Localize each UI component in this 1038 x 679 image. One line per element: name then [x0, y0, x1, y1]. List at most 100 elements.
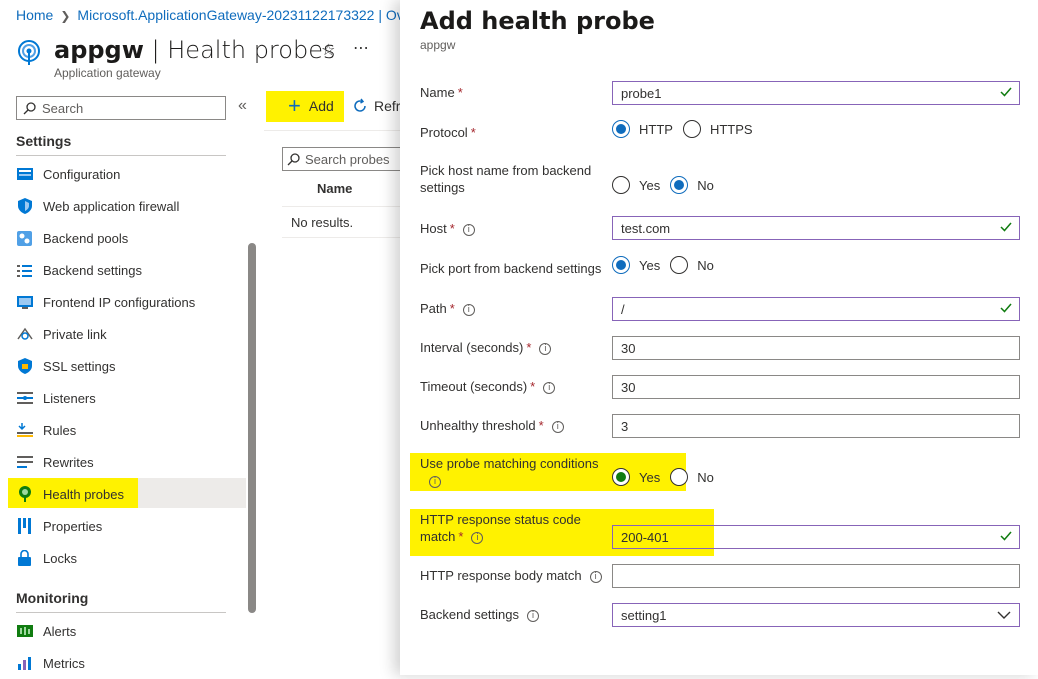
refresh-button-label: Refresh: [374, 98, 400, 114]
favorite-star-icon[interactable]: ☆: [321, 40, 335, 60]
use-match-radio-group: Yes No: [612, 468, 724, 486]
path-field[interactable]: /: [612, 297, 1020, 321]
backend-settings-value: setting1: [621, 607, 667, 623]
sidebar-item-ssl-settings[interactable]: SSL settings: [8, 350, 246, 382]
section-divider: [16, 155, 226, 156]
info-icon[interactable]: i: [539, 342, 552, 355]
nav-search-placeholder: Search: [42, 100, 84, 116]
interval-field-value: 30: [621, 340, 636, 356]
sidebar-item-backend-settings[interactable]: Backend settings: [8, 254, 246, 286]
radio-label: Yes: [639, 177, 661, 193]
column-header-name[interactable]: Name: [317, 181, 352, 196]
sidebar-item-metrics[interactable]: Metrics: [8, 647, 246, 679]
info-icon[interactable]: i: [551, 420, 564, 433]
sidebar-item-label: Metrics: [43, 655, 85, 671]
sidebar-item-label: Health probes: [43, 486, 124, 502]
backend-settings-label-text: Backend settings: [420, 607, 520, 622]
info-icon[interactable]: i: [527, 609, 540, 622]
use-match-yes-radio[interactable]: [612, 468, 630, 486]
sidebar-item-alerts[interactable]: Alerts: [8, 615, 246, 647]
sidebar-item-rewrites[interactable]: Rewrites: [8, 446, 246, 478]
breadcrumb-home[interactable]: Home: [16, 7, 53, 23]
list-settings-icon: [16, 262, 33, 279]
status-match-field[interactable]: 200-401: [612, 525, 1020, 549]
interval-label: Interval (seconds) * i: [420, 339, 552, 356]
sidebar-item-properties[interactable]: Properties: [8, 510, 246, 542]
unhealthy-threshold-field[interactable]: 3: [612, 414, 1020, 438]
host-label: Host * i: [420, 220, 475, 237]
sidebar-item-frontend-ip-configurations[interactable]: Frontend IP configurations: [8, 286, 246, 318]
collapse-menu-icon[interactable]: «: [238, 97, 247, 115]
empty-state-text: No results.: [291, 215, 354, 230]
interval-label-text: Interval (seconds): [420, 340, 524, 355]
status-match-label: HTTP response status code match * i: [420, 511, 610, 545]
pick-port-no-radio[interactable]: [670, 256, 689, 274]
info-icon[interactable]: i: [543, 381, 556, 394]
metrics-icon: [16, 655, 33, 672]
use-match-no-radio[interactable]: [670, 468, 689, 486]
panel-subtitle: appgw: [420, 38, 456, 52]
breadcrumb: Home ❯ Microsoft.ApplicationGateway-202311…: [16, 7, 404, 23]
checkmark-icon: [1000, 87, 1012, 97]
info-icon[interactable]: i: [589, 570, 602, 583]
pick-host-no-radio[interactable]: [670, 176, 689, 194]
info-icon[interactable]: i: [429, 475, 441, 488]
breadcrumb-resource-group[interactable]: Microsoft.ApplicationGateway-20231122173…: [77, 7, 403, 23]
name-field[interactable]: probe1: [612, 81, 1020, 105]
backend-pools-icon: [16, 230, 33, 247]
page-title: appgw | Health probes: [54, 36, 335, 64]
sidebar-item-web-application-firewall[interactable]: Web application firewall: [8, 190, 246, 222]
status-match-label-text: HTTP response status code match: [420, 512, 581, 544]
rules-icon: [16, 422, 33, 439]
sidebar-item-backend-pools[interactable]: Backend pools: [8, 222, 246, 254]
sidebar-item-locks[interactable]: Locks: [8, 542, 246, 574]
unhealthy-threshold-label: Unhealthy threshold * i: [420, 417, 564, 434]
backend-settings-label: Backend settings i: [420, 606, 540, 623]
sidebar-scrollbar[interactable]: [248, 243, 256, 613]
chevron-down-icon: [997, 611, 1011, 619]
required-asterisk: *: [457, 85, 463, 100]
toolbar-divider: [264, 130, 400, 131]
body-match-label: HTTP response body match i: [420, 567, 602, 584]
host-field[interactable]: test.com: [612, 216, 1020, 240]
probe-search-input[interactable]: Search probes: [282, 147, 400, 171]
required-asterisk: *: [526, 340, 532, 355]
sidebar-item-private-link[interactable]: Private link: [8, 318, 246, 350]
sidebar-item-configuration[interactable]: Configuration: [8, 158, 246, 190]
unhealthy-threshold-label-text: Unhealthy threshold: [420, 418, 536, 433]
required-asterisk: *: [449, 301, 455, 316]
add-button[interactable]: + Add: [288, 95, 334, 117]
sidebar-item-label: Listeners: [43, 390, 96, 406]
radio-label: No: [697, 177, 714, 193]
ssl-shield-icon: [16, 358, 33, 375]
radio-label: HTTP: [639, 121, 673, 137]
checkmark-icon: [1000, 303, 1012, 313]
sidebar-item-label: Web application firewall: [43, 198, 180, 214]
interval-field[interactable]: 30: [612, 336, 1020, 360]
page-section: | Health probes: [151, 36, 336, 64]
nav-search-input[interactable]: Search: [16, 96, 226, 120]
required-asterisk: *: [458, 529, 464, 544]
required-asterisk: *: [538, 418, 544, 433]
refresh-button[interactable]: Refresh: [352, 98, 400, 114]
pick-port-yes-radio[interactable]: [612, 256, 630, 274]
sidebar-item-listeners[interactable]: Listeners: [8, 382, 246, 414]
header-divider: [282, 206, 400, 207]
radio-label: Yes: [639, 469, 661, 485]
sidebar-item-label: Rewrites: [43, 454, 94, 470]
add-button-label: Add: [308, 98, 334, 114]
protocol-http-radio[interactable]: [612, 120, 630, 138]
pick-port-radio-group: Yes No: [612, 256, 724, 274]
body-match-field[interactable]: [612, 564, 1020, 588]
timeout-field[interactable]: 30: [612, 375, 1020, 399]
info-icon[interactable]: i: [462, 223, 475, 236]
radio-label: HTTPS: [709, 121, 753, 137]
pick-host-yes-radio[interactable]: [612, 176, 630, 194]
backend-settings-select[interactable]: setting1: [612, 603, 1020, 627]
sidebar-item-label: Private link: [43, 326, 107, 342]
info-icon[interactable]: i: [462, 303, 475, 316]
info-icon[interactable]: i: [471, 531, 484, 544]
sidebar-item-rules[interactable]: Rules: [8, 414, 246, 446]
protocol-https-radio[interactable]: [682, 120, 701, 138]
more-options-icon[interactable]: ⋯: [353, 38, 370, 58]
